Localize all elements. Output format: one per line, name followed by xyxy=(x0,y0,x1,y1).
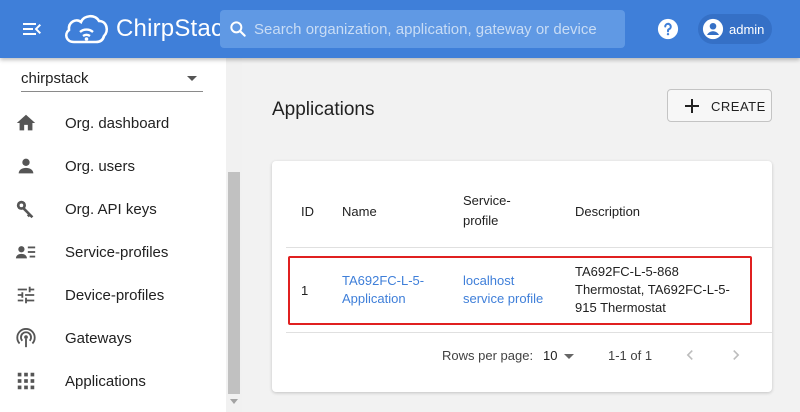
row-divider xyxy=(286,332,772,333)
dropdown-caret-icon xyxy=(564,354,574,359)
create-button[interactable]: CREATE xyxy=(667,89,772,122)
radio-tower-icon xyxy=(16,328,36,348)
brand-logo[interactable]: ChirpStack xyxy=(62,12,235,46)
user-menu-button[interactable]: admin xyxy=(698,14,772,44)
menu-open-icon[interactable] xyxy=(20,17,44,41)
sidebar-item-device-profiles[interactable]: Device-profiles xyxy=(0,274,226,317)
home-icon xyxy=(16,114,36,131)
search-input[interactable] xyxy=(254,20,624,38)
pagination-range: 1-1 of 1 xyxy=(608,348,653,363)
sidebar: chirpstack Org. dashboard Org. users Org… xyxy=(0,58,242,412)
cloud-wifi-icon xyxy=(64,14,109,44)
person-icon xyxy=(18,158,34,174)
column-header-service-profile-line2: profile xyxy=(463,213,499,228)
sidebar-scrollbar[interactable] xyxy=(226,58,242,412)
sidebar-item-label: Org. API keys xyxy=(65,201,157,218)
scroll-down-arrow-icon[interactable] xyxy=(230,399,238,404)
app-bar: ChirpStack admin xyxy=(0,0,800,58)
user-name: admin xyxy=(729,21,765,37)
column-header-service-profile-line1: Service- xyxy=(463,193,511,208)
sidebar-item-label: Org. dashboard xyxy=(65,115,170,132)
create-button-label: CREATE xyxy=(711,99,766,114)
chevron-right-icon xyxy=(733,350,740,360)
sidebar-item-applications[interactable]: Applications xyxy=(0,360,226,403)
sidebar-item-org-dashboard[interactable]: Org. dashboard xyxy=(0,102,226,145)
column-header-name: Name xyxy=(342,204,377,219)
chevron-left-icon xyxy=(686,350,693,360)
rows-per-page-label: Rows per page: xyxy=(442,348,534,363)
column-header-description: Description xyxy=(575,204,641,219)
row-highlight-box xyxy=(288,256,752,325)
search-icon xyxy=(230,21,246,37)
account-circle-icon xyxy=(702,18,724,40)
sidebar-item-label: Org. users xyxy=(65,158,136,175)
organization-value: chirpstack xyxy=(21,70,89,87)
tune-icon xyxy=(17,286,35,304)
brand-name: ChirpStack xyxy=(116,15,236,42)
scrollbar-thumb[interactable] xyxy=(228,172,240,394)
sidebar-item-org-users[interactable]: Org. users xyxy=(0,145,226,188)
header-divider xyxy=(286,247,772,248)
previous-page-button[interactable] xyxy=(680,345,700,365)
plus-icon xyxy=(685,99,699,113)
help-circle-icon[interactable] xyxy=(657,18,679,40)
rows-per-page-select[interactable]: 10 xyxy=(542,343,578,367)
sidebar-item-gateways[interactable]: Gateways xyxy=(0,317,226,360)
organization-select[interactable]: chirpstack xyxy=(21,64,203,92)
column-header-id: ID xyxy=(301,204,314,219)
sidebar-item-label: Service-profiles xyxy=(65,244,169,261)
page-title: Applications xyxy=(272,99,375,120)
sidebar-item-label: Gateways xyxy=(65,330,132,347)
sidebar-item-service-profiles[interactable]: Service-profiles xyxy=(0,231,226,274)
next-page-button[interactable] xyxy=(726,345,746,365)
search-bar[interactable] xyxy=(220,10,625,48)
apps-icon xyxy=(17,372,35,390)
applications-table-card: ID Name Service- profile Description 1 T… xyxy=(272,161,772,392)
sidebar-item-org-api-keys[interactable]: Org. API keys xyxy=(0,188,226,231)
sidebar-item-label: Applications xyxy=(65,373,146,390)
account-details-icon xyxy=(15,246,36,259)
dropdown-caret-icon xyxy=(187,76,197,81)
key-icon xyxy=(16,200,34,219)
sidebar-item-label: Device-profiles xyxy=(65,287,165,304)
rows-per-page-value: 10 xyxy=(543,348,558,363)
